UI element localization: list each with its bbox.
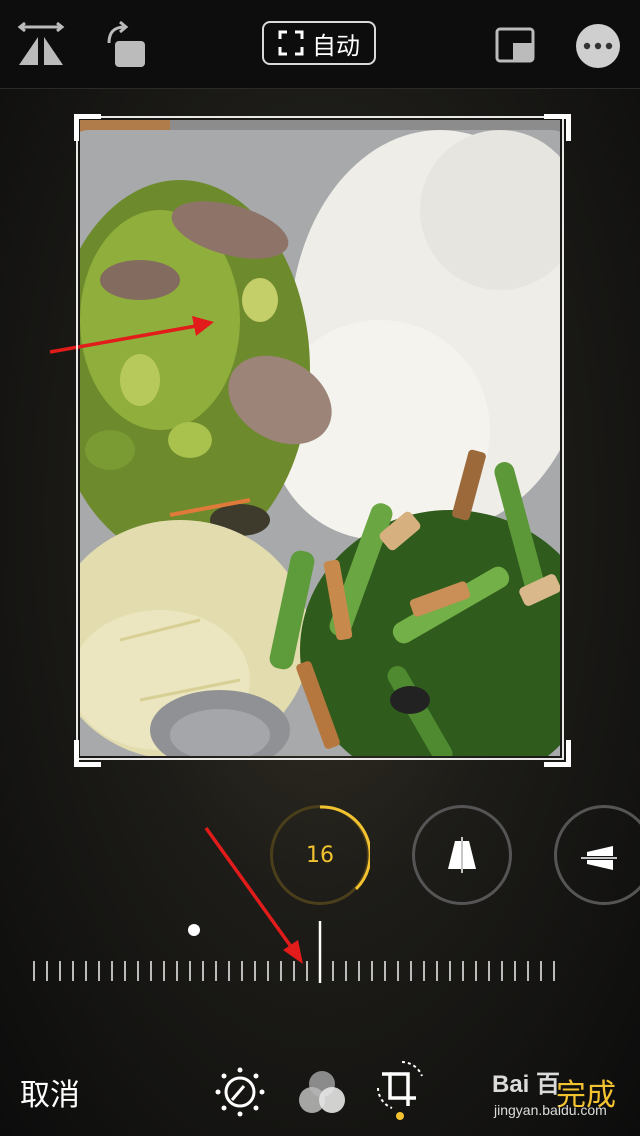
- bottom-toolbar: 取消 完成: [0, 1040, 640, 1136]
- straighten-slider[interactable]: [0, 915, 640, 985]
- crop-icon[interactable]: [372, 1058, 428, 1120]
- vertical-perspective-dial[interactable]: [412, 805, 512, 905]
- photo-arrow-head: [192, 316, 214, 336]
- crop-handle-top-right[interactable]: [544, 114, 571, 141]
- straighten-progress-ring: [319, 805, 370, 891]
- adjust-icon[interactable]: [212, 1064, 268, 1120]
- slider-ticks: [33, 961, 555, 981]
- crop-handle-bottom-right[interactable]: [544, 740, 571, 767]
- cancel-button[interactable]: 取消: [20, 1070, 80, 1114]
- horizontal-perspective-icon: [581, 846, 617, 870]
- straighten-dial[interactable]: 16: [270, 805, 370, 905]
- slider-zero-dot: [188, 924, 200, 936]
- photo-arrow-line: [49, 324, 197, 354]
- filters-icon[interactable]: [294, 1064, 350, 1120]
- crop-handle-bottom-left[interactable]: [74, 740, 101, 767]
- vertical-perspective-icon: [448, 837, 476, 873]
- done-button[interactable]: 完成: [556, 1070, 616, 1114]
- crop-handle-top-left[interactable]: [74, 114, 101, 141]
